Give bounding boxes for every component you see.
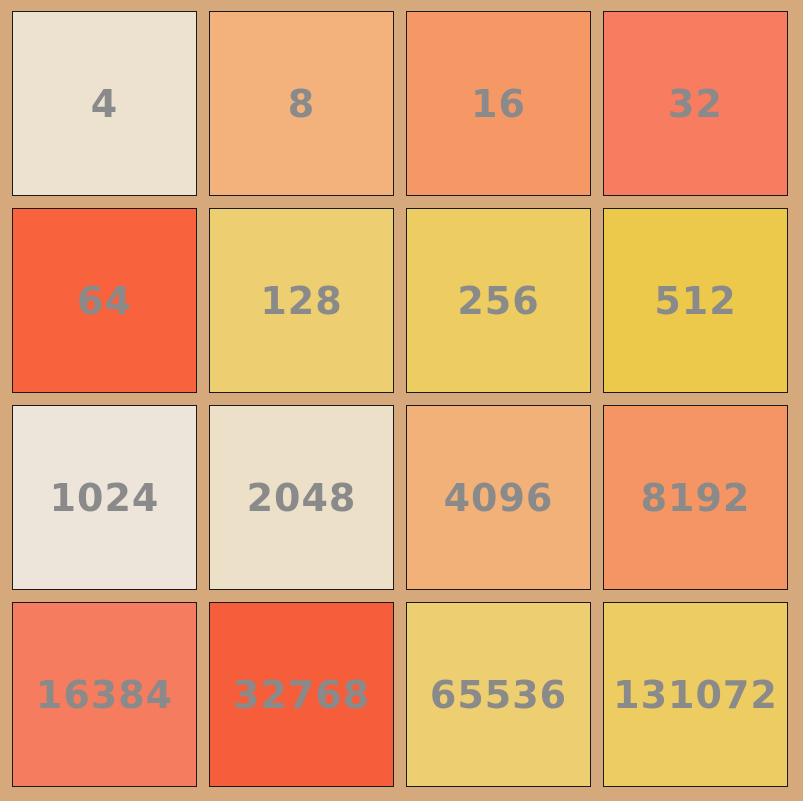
tile: 131072 (603, 602, 788, 787)
tile: 32 (603, 11, 788, 196)
tile: 64 (12, 208, 197, 393)
tile: 128 (209, 208, 394, 393)
tile: 4096 (406, 405, 591, 590)
tile: 16 (406, 11, 591, 196)
game-board[interactable]: 4 8 16 32 64 128 256 512 1024 2048 4096 … (0, 0, 803, 801)
tile: 1024 (12, 405, 197, 590)
tile: 32768 (209, 602, 394, 787)
tile: 16384 (12, 602, 197, 787)
tile: 2048 (209, 405, 394, 590)
tile: 4 (12, 11, 197, 196)
tile: 256 (406, 208, 591, 393)
tile: 512 (603, 208, 788, 393)
tile: 65536 (406, 602, 591, 787)
tile: 8192 (603, 405, 788, 590)
tile: 8 (209, 11, 394, 196)
